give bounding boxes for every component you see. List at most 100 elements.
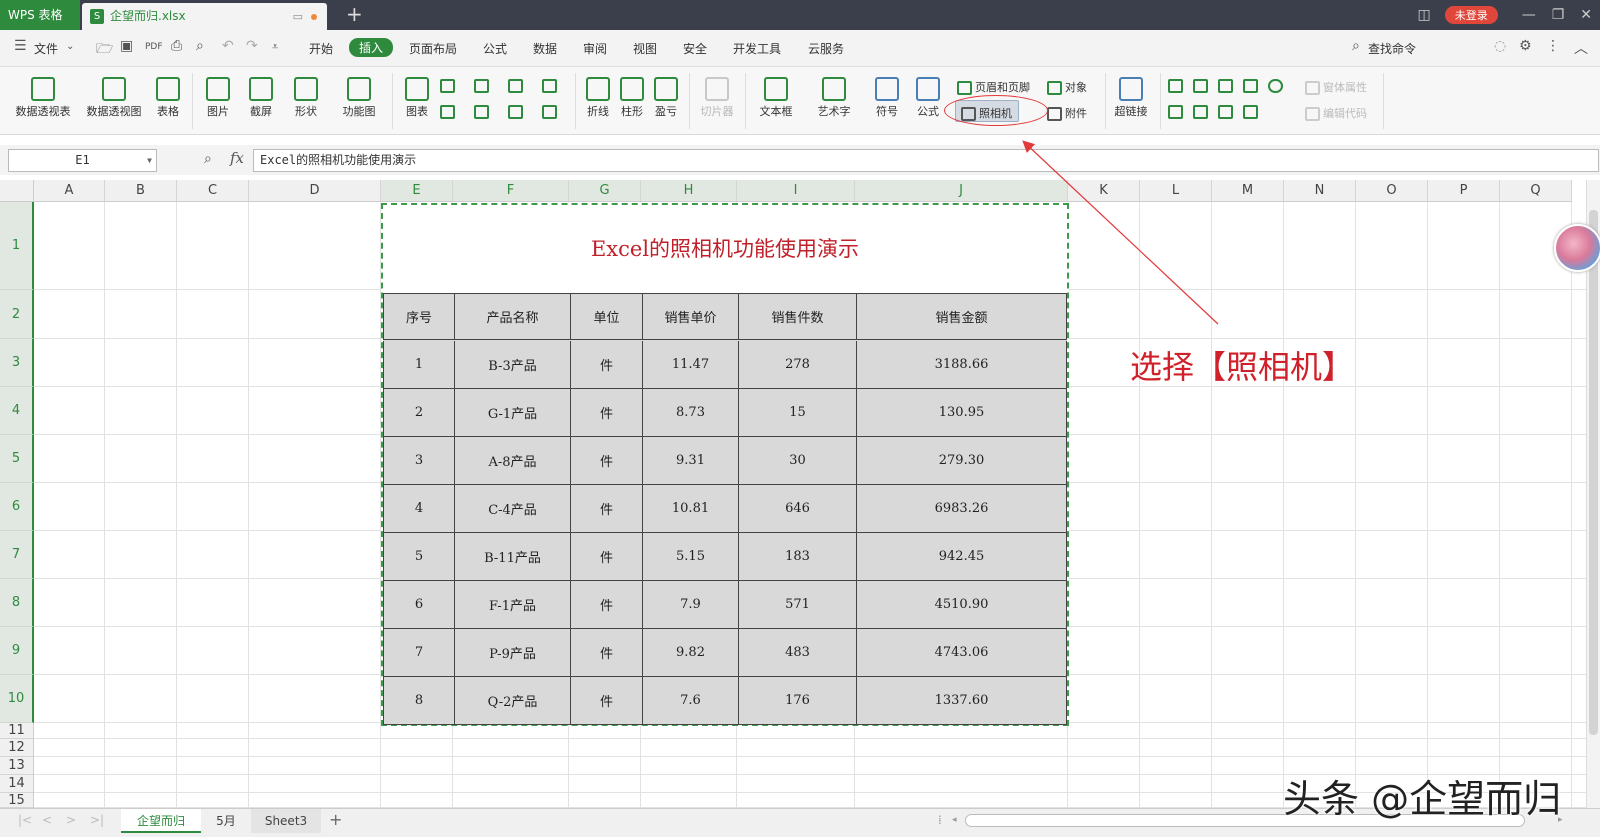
sparkline-line-button[interactable]: 折线	[583, 77, 613, 119]
scroll-left-icon[interactable]: ◂	[952, 815, 957, 825]
row-header-15[interactable]: 15	[0, 793, 34, 808]
screenshot-button[interactable]: 截屏	[243, 77, 279, 119]
slicer-button[interactable]: 切片器	[697, 77, 737, 119]
last-sheet-icon[interactable]: >|	[90, 813, 104, 827]
line-chart-dropdown[interactable]	[508, 79, 526, 93]
table-button[interactable]: 表格	[153, 77, 183, 119]
chart-button[interactable]: 图表	[402, 77, 432, 119]
pdf-icon[interactable]: PDF	[145, 42, 163, 52]
formula-input[interactable]: Excel的照相机功能使用演示	[253, 149, 1599, 172]
table-cell[interactable]: 6983.26	[857, 485, 1067, 533]
attachment-button[interactable]: 附件	[1047, 105, 1087, 121]
login-button[interactable]: 未登录	[1444, 6, 1498, 24]
search-icon[interactable]: ⌕	[1352, 38, 1360, 54]
pivot-chart-button[interactable]: 数据透视图	[83, 77, 145, 119]
table-cell[interactable]: 件	[571, 341, 643, 389]
row-header-8[interactable]: 8	[0, 579, 34, 627]
row-header-2[interactable]: 2	[0, 290, 34, 339]
sparkline-column-button[interactable]: 柱形	[617, 77, 647, 119]
table-cell[interactable]: 2	[383, 389, 455, 437]
table-cell[interactable]: 件	[571, 629, 643, 677]
column-header-k[interactable]: K	[1068, 180, 1140, 202]
table-header-cell[interactable]: 序号	[383, 293, 455, 340]
tab-splitter-icon[interactable]: ⁞	[938, 813, 942, 827]
picture-button[interactable]: 图片	[200, 77, 236, 119]
hyperlink-button[interactable]: 超链接	[1110, 77, 1152, 119]
button-control-button[interactable]	[1218, 79, 1236, 93]
open-folder-icon[interactable]: 🗁	[96, 38, 113, 62]
first-sheet-icon[interactable]: |<	[18, 813, 32, 827]
table-cell[interactable]: 9.82	[643, 629, 739, 677]
table-cell[interactable]: 件	[571, 485, 643, 533]
row-header-4[interactable]: 4	[0, 387, 34, 435]
table-cell[interactable]: A-8产品	[455, 437, 571, 485]
table-cell[interactable]: 571	[739, 581, 857, 629]
next-sheet-icon[interactable]: >	[66, 813, 76, 827]
table-cell[interactable]: 件	[571, 581, 643, 629]
prev-sheet-icon[interactable]: <	[42, 813, 52, 827]
close-icon[interactable]: ✕	[1580, 7, 1592, 23]
row-header-12[interactable]: 12	[0, 739, 34, 757]
scrollbar-control-button[interactable]	[1243, 105, 1261, 119]
column-header-i[interactable]: I	[737, 180, 855, 202]
table-cell[interactable]: C-4产品	[455, 485, 571, 533]
restore-icon[interactable]: ❐	[1552, 7, 1565, 23]
row-header-5[interactable]: 5	[0, 435, 34, 483]
table-cell[interactable]: 件	[571, 389, 643, 437]
object-button[interactable]: 对象	[1047, 79, 1087, 95]
add-sheet-button[interactable]: +	[329, 810, 342, 829]
scatter-chart-dropdown[interactable]	[542, 105, 560, 119]
column-header-g[interactable]: G	[569, 180, 641, 202]
table-cell[interactable]: 6	[383, 581, 455, 629]
column-header-n[interactable]: N	[1284, 180, 1356, 202]
column-header-e[interactable]: E	[381, 180, 453, 202]
row-header-1[interactable]: 1	[0, 202, 34, 290]
gear-icon[interactable]: ⚙	[1519, 38, 1532, 54]
column-header-m[interactable]: M	[1212, 180, 1284, 202]
row-header-10[interactable]: 10	[0, 675, 34, 723]
table-header-cell[interactable]: 单位	[571, 293, 643, 340]
menu-data[interactable]: 数据	[533, 40, 557, 57]
table-cell[interactable]: 1	[383, 341, 455, 389]
sheet-tab-3[interactable]: Sheet3	[251, 809, 321, 833]
table-cell[interactable]: 30	[739, 437, 857, 485]
menu-file[interactable]: 文件	[34, 40, 58, 57]
column-header-o[interactable]: O	[1356, 180, 1428, 202]
table-cell[interactable]: 件	[571, 533, 643, 581]
table-cell[interactable]: 483	[739, 629, 857, 677]
zoom-icon[interactable]: ⌕	[204, 151, 212, 167]
table-cell[interactable]: 4743.06	[857, 629, 1067, 677]
column-chart-dropdown[interactable]	[440, 79, 458, 93]
table-header-cell[interactable]: 销售单价	[643, 293, 739, 340]
sheet-tab-2[interactable]: 5月	[203, 809, 249, 833]
table-cell[interactable]: 278	[739, 341, 857, 389]
table-cell[interactable]: P-9产品	[455, 629, 571, 677]
column-header-h[interactable]: H	[641, 180, 737, 202]
table-header-cell[interactable]: 产品名称	[455, 293, 571, 340]
row-header-3[interactable]: 3	[0, 339, 34, 387]
menu-security[interactable]: 安全	[683, 40, 707, 57]
menu-home[interactable]: 开始	[309, 40, 333, 57]
symbol-button[interactable]: 符号	[869, 77, 905, 119]
table-cell[interactable]: 176	[739, 677, 857, 725]
table-cell[interactable]: G-1产品	[455, 389, 571, 437]
menu-view[interactable]: 视图	[633, 40, 657, 57]
edit-code-button[interactable]: 编辑代码	[1305, 105, 1367, 121]
table-cell[interactable]: 8	[383, 677, 455, 725]
column-header-l[interactable]: L	[1140, 180, 1212, 202]
listbox-control-button[interactable]	[1168, 105, 1186, 119]
chevron-down-icon[interactable]: ▼	[147, 150, 152, 171]
table-cell[interactable]: 279.30	[857, 437, 1067, 485]
table-cell[interactable]: 15	[739, 389, 857, 437]
column-header-p[interactable]: P	[1428, 180, 1500, 202]
wordart-button[interactable]: 艺术字	[811, 77, 857, 119]
selected-range-table[interactable]: Excel的照相机功能使用演示 序号 产品名称 单位 销售单价 销售件数 销售金额 1 B-3…	[381, 203, 1069, 726]
table-cell[interactable]: F-1产品	[455, 581, 571, 629]
table-cell[interactable]: 7.6	[643, 677, 739, 725]
area-chart-dropdown[interactable]	[440, 105, 458, 119]
bar-chart-dropdown[interactable]	[474, 79, 492, 93]
combobox-control-button[interactable]	[1193, 105, 1211, 119]
table-cell[interactable]: 3188.66	[857, 341, 1067, 389]
row-header-9[interactable]: 9	[0, 627, 34, 675]
chevron-down-icon[interactable]: ⌄	[66, 41, 74, 52]
